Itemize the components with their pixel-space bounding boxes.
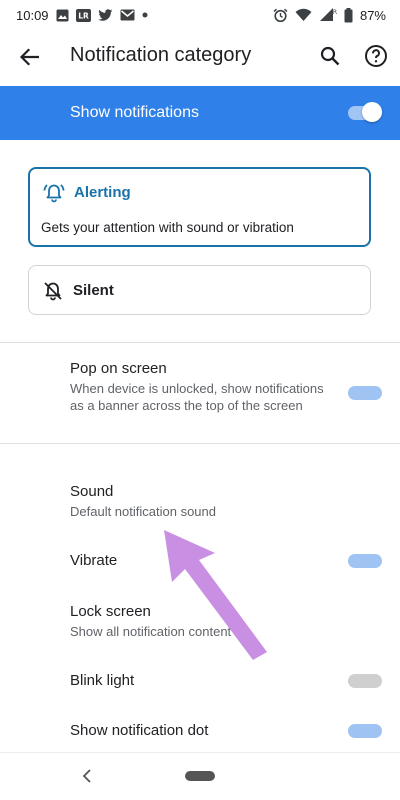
show-notifications-label: Show notifications <box>70 104 199 121</box>
setting-row-notification-dot[interactable]: Show notification dot <box>70 721 330 741</box>
signal-icon: R <box>319 8 337 22</box>
setting-title: Show notification dot <box>70 722 209 739</box>
home-pill[interactable] <box>185 771 215 781</box>
show-notifications-switch[interactable] <box>348 102 382 122</box>
status-right: R 87% <box>273 7 386 23</box>
setting-title: Blink light <box>70 672 135 689</box>
bell-off-icon <box>44 282 62 301</box>
setting-title: Sound <box>70 483 114 500</box>
setting-row-pop-on-screen[interactable]: Pop on screen When device is unlocked, s… <box>70 359 330 414</box>
alerting-description: Gets your attention with sound or vibrat… <box>41 220 294 235</box>
lr-app-label: LR <box>78 11 89 20</box>
search-button[interactable] <box>318 44 342 68</box>
alerting-option-card[interactable]: Alerting Gets your attention with sound … <box>28 167 371 247</box>
switch-thumb <box>362 102 382 122</box>
nav-back-button[interactable] <box>78 767 96 785</box>
vibrate-switch[interactable] <box>348 554 382 568</box>
arrow-back-icon <box>19 48 39 66</box>
page-title: Notification category <box>70 44 252 66</box>
wifi-icon <box>295 8 312 22</box>
image-icon <box>56 9 69 22</box>
alarm-icon <box>273 8 288 23</box>
blink-light-switch[interactable] <box>348 674 382 688</box>
chevron-left-icon <box>82 769 91 783</box>
battery-icon <box>344 7 353 23</box>
search-icon <box>320 46 340 66</box>
show-notifications-bar[interactable]: Show notifications <box>0 86 400 140</box>
bell-ringing-icon <box>43 184 65 203</box>
help-icon <box>365 45 387 67</box>
alerting-title: Alerting <box>74 184 131 201</box>
dot-icon <box>142 12 148 18</box>
setting-title: Vibrate <box>70 552 118 569</box>
battery-percent: 87% <box>359 7 386 23</box>
navigation-bar <box>0 752 400 800</box>
setting-row-sound[interactable]: Sound Default notification sound <box>70 482 330 520</box>
setting-subtitle: When device is unlocked, show notificati… <box>70 381 324 413</box>
status-time: 10:09 <box>16 7 49 23</box>
notification-dot-switch[interactable] <box>348 724 382 738</box>
setting-subtitle: Show all notification content <box>70 624 232 639</box>
lr-app-icon: LR <box>75 8 91 22</box>
roaming-label: R <box>333 9 337 16</box>
back-button[interactable] <box>16 44 42 70</box>
setting-title: Pop on screen <box>70 360 167 377</box>
gmail-icon <box>120 9 135 21</box>
help-button[interactable] <box>363 43 389 69</box>
pop-on-screen-switch[interactable] <box>348 386 382 400</box>
divider <box>0 342 400 343</box>
annotation-arrow <box>164 530 267 660</box>
setting-title: Lock screen <box>70 603 151 620</box>
status-left: 10:09 LR <box>16 8 148 23</box>
setting-subtitle: Default notification sound <box>70 504 216 519</box>
silent-option-card[interactable]: Silent <box>28 265 371 315</box>
setting-row-lock-screen[interactable]: Lock screen Show all notification conten… <box>70 602 330 640</box>
app-bar: Notification category <box>0 30 400 84</box>
silent-title: Silent <box>73 282 114 299</box>
setting-row-vibrate[interactable]: Vibrate <box>70 551 330 571</box>
status-bar: 10:09 LR R 87% <box>0 0 400 30</box>
twitter-icon <box>97 8 113 22</box>
divider <box>0 443 400 444</box>
setting-row-blink-light[interactable]: Blink light <box>70 671 330 691</box>
